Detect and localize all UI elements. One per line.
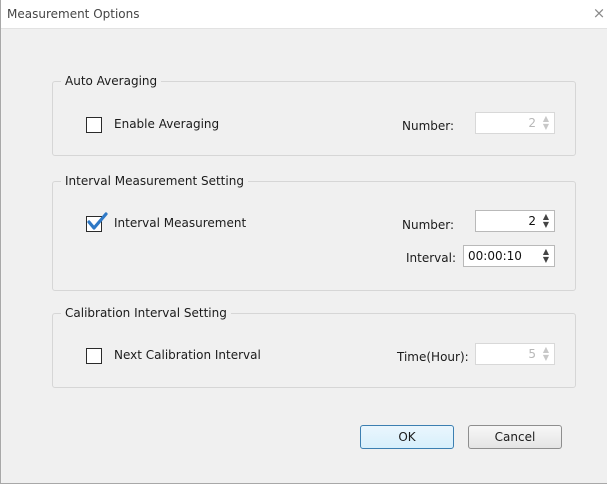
decrement-icon[interactable]: ▼: [541, 256, 551, 264]
title-bar: Measurement Options ×: [1, 0, 607, 29]
interval-measurement-checkbox[interactable]: [86, 212, 108, 232]
calibration-time-value: 5: [528, 347, 536, 361]
interval-time-value: 00:00:10: [468, 249, 522, 263]
decrement-icon[interactable]: ▼: [541, 123, 551, 131]
stepper-arrows: ▲ ▼: [541, 115, 551, 131]
averaging-number-stepper[interactable]: 2 ▲ ▼: [475, 112, 555, 134]
measurement-options-dialog: Measurement Options × Auto Averaging Ena…: [0, 0, 607, 484]
check-mark-icon: [87, 212, 108, 230]
calibration-time-label: Time(Hour):: [397, 350, 469, 364]
interval-measurement-legend: Interval Measurement Setting: [65, 174, 244, 188]
averaging-number-label: Number:: [402, 119, 455, 133]
enable-averaging-label: Enable Averaging: [114, 117, 220, 131]
averaging-number-value: 2: [528, 116, 536, 130]
interval-number-value: 2: [528, 214, 536, 228]
cancel-button[interactable]: Cancel: [468, 425, 562, 449]
stepper-arrows: ▲ ▼: [541, 213, 551, 229]
next-calibration-checkbox[interactable]: [86, 348, 102, 364]
close-icon[interactable]: ×: [591, 4, 607, 22]
decrement-icon[interactable]: ▼: [541, 221, 551, 229]
stepper-arrows: ▲ ▼: [541, 248, 551, 264]
next-calibration-label: Next Calibration Interval: [114, 348, 261, 362]
auto-averaging-legend: Auto Averaging: [65, 74, 158, 88]
dialog-title: Measurement Options: [7, 7, 140, 21]
interval-measurement-group: Interval Measurement Setting: [52, 174, 576, 291]
ok-button[interactable]: OK: [360, 425, 454, 449]
stepper-arrows: ▲ ▼: [541, 346, 551, 362]
interval-measurement-label: Interval Measurement: [114, 216, 247, 230]
interval-number-label: Number:: [402, 218, 455, 232]
calibration-time-stepper[interactable]: 5 ▲ ▼: [475, 343, 555, 365]
interval-time-stepper[interactable]: 00:00:10 ▲ ▼: [463, 245, 555, 267]
interval-time-label: Interval:: [406, 251, 456, 265]
calibration-interval-legend: Calibration Interval Setting: [65, 306, 227, 320]
enable-averaging-checkbox[interactable]: [86, 117, 102, 133]
dialog-content: Auto Averaging Enable Averaging Number: …: [2, 29, 607, 483]
decrement-icon[interactable]: ▼: [541, 354, 551, 362]
interval-number-stepper[interactable]: 2 ▲ ▼: [475, 210, 555, 232]
